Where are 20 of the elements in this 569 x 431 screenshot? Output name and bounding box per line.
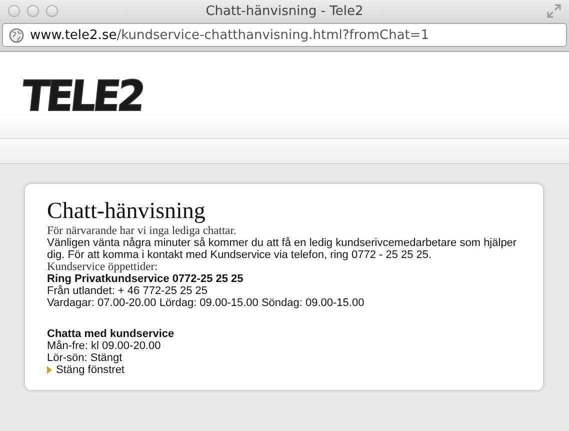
- minimize-button[interactable]: [27, 5, 39, 17]
- text-line: För närvarande har vi inga lediga chattar.: [47, 225, 238, 237]
- text-line: Vardagar: 07.00-20.00 Lördag: 09.00-15.00 Söndag: 09.00-15.00: [47, 297, 366, 309]
- fullscreen-icon[interactable]: [547, 4, 561, 18]
- globe-icon: [9, 28, 24, 42]
- zoom-button[interactable]: [46, 5, 58, 17]
- text-line: Ring Privatkundservice 0772-25 25 25: [47, 273, 244, 285]
- text-line: Mån-fre: kl 09.00-20.00: [47, 340, 162, 352]
- text-line: Chatta med kundservice: [47, 328, 176, 340]
- text-line: Lör-sön: Stängt: [47, 352, 124, 364]
- text-line: Från utlandet: + 46 772-25 25 25: [47, 285, 209, 297]
- address-bar[interactable]: www.tele2.se/kundservice-chatthanvisning.html?fromChat=1: [2, 23, 567, 47]
- logo[interactable]: TELE2: [19, 72, 145, 122]
- triangle-icon: [47, 366, 52, 374]
- text-line: Vänligen vänta några minuter så kommer du att få en ledig kundserivcemedarbetare som hjälper dig. För att komma i kontakt med Kundservice via telefon, ring 0772 - 25 25 25.: [47, 237, 518, 261]
- close-button[interactable]: [8, 5, 20, 17]
- close-window-link[interactable]: Stäng fönstret: [47, 364, 124, 376]
- page-heading: Chatt-hänvisning: [47, 198, 206, 224]
- text-line: Kundservice öppettider:: [47, 261, 159, 273]
- window-title: Chatt-hänvisning - Tele2: [206, 4, 364, 18]
